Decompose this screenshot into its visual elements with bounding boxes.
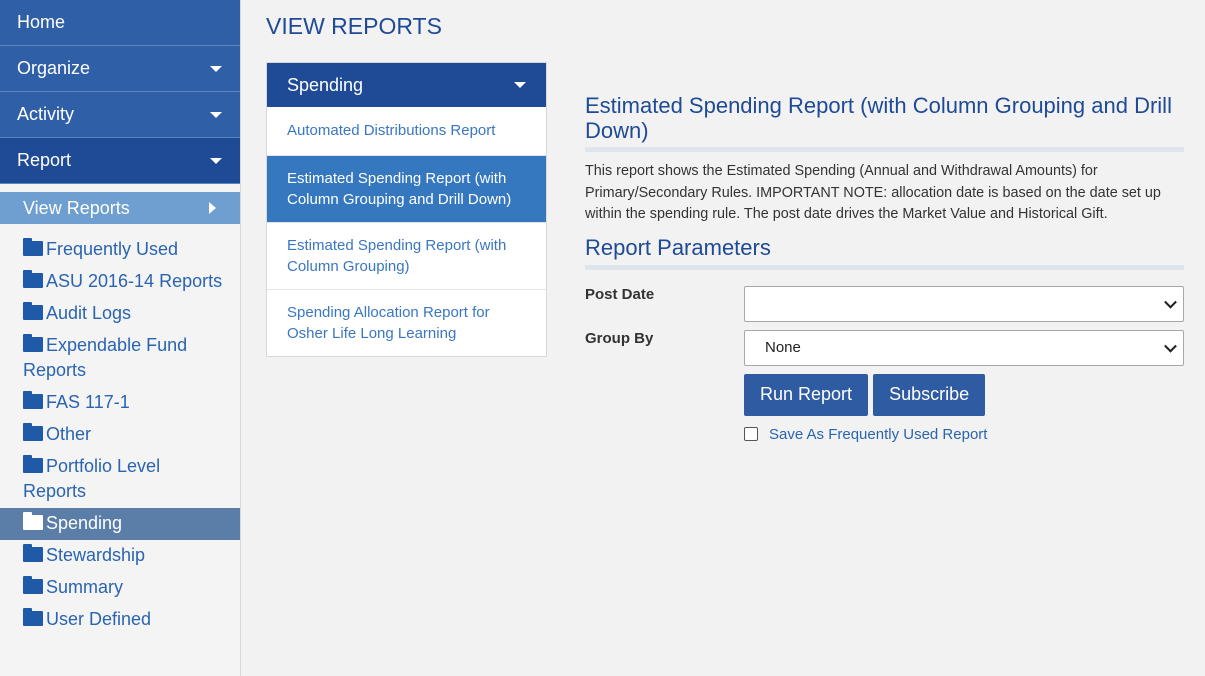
folder-fas-117-1[interactable]: FAS 117-1 — [0, 387, 240, 419]
folder-audit-logs[interactable]: Audit Logs — [0, 298, 240, 330]
chevron-down-icon — [1164, 339, 1177, 353]
folder-other[interactable]: Other — [0, 419, 240, 451]
nav-organize-label: Organize — [17, 58, 91, 78]
nav-activity[interactable]: Activity — [0, 92, 240, 138]
folder-label: Stewardship — [46, 545, 146, 565]
folder-stewardship[interactable]: Stewardship — [0, 540, 240, 572]
group-by-row: Group By None — [585, 329, 1184, 366]
group-by-value: None — [765, 339, 801, 356]
save-frequently-used-row: Save As Frequently Used Report — [744, 426, 1184, 443]
folder-frequently-used[interactable]: Frequently Used — [0, 234, 240, 266]
group-by-label: Group By — [585, 329, 654, 347]
post-date-label: Post Date — [585, 285, 655, 303]
folder-expendable-fund-reports[interactable]: Expendable Fund Reports — [0, 330, 240, 387]
folder-icon — [23, 576, 43, 594]
folder-icon — [23, 608, 43, 626]
folder-asu-2016-14-reports[interactable]: ASU 2016-14 Reports — [0, 266, 240, 298]
folder-label: Expendable Fund Reports — [23, 335, 188, 380]
folder-icon — [23, 238, 43, 256]
folder-icon — [23, 302, 43, 320]
folder-list: Frequently Used ASU 2016-14 Reports Audi… — [0, 224, 240, 636]
caret-right-icon — [209, 202, 216, 214]
nav-activity-label: Activity — [17, 104, 75, 124]
report-link-estimated-spending-column-grouping[interactable]: Estimated Spending Report (with Column G… — [267, 222, 546, 289]
folder-label: ASU 2016-14 Reports — [46, 271, 223, 291]
report-actions: Run Report Subscribe — [744, 373, 1184, 416]
caret-down-icon — [210, 65, 222, 72]
folder-label: Summary — [46, 577, 124, 597]
folder-label: Other — [46, 424, 92, 444]
nav-home[interactable]: Home — [0, 0, 240, 46]
sidebar: Home Organize Activity Report View Repor… — [0, 0, 241, 676]
nav-view-reports-label: View Reports — [23, 197, 130, 218]
save-frequently-used-checkbox[interactable] — [744, 427, 758, 441]
post-date-row: Post Date — [585, 285, 1184, 322]
folder-label: Spending — [46, 513, 123, 533]
folder-label: Audit Logs — [46, 303, 132, 323]
folder-user-defined[interactable]: User Defined — [0, 604, 240, 636]
save-frequently-used-label[interactable]: Save As Frequently Used Report — [769, 426, 987, 443]
chevron-down-icon — [1164, 295, 1177, 309]
folder-spending[interactable]: Spending — [0, 508, 240, 540]
report-category-dropdown[interactable]: Spending — [267, 63, 546, 107]
report-detail: Estimated Spending Report (with Column G… — [585, 93, 1184, 443]
folder-icon — [23, 512, 43, 530]
report-description: This report shows the Estimated Spending… — [585, 163, 1161, 222]
folder-icon — [23, 270, 43, 288]
folder-icon — [23, 334, 43, 352]
folder-icon — [23, 544, 43, 562]
nav-home-label: Home — [17, 12, 66, 32]
nav-organize[interactable]: Organize — [0, 46, 240, 92]
folder-label: FAS 117-1 — [46, 392, 130, 412]
report-link-automated-distributions[interactable]: Automated Distributions Report — [267, 107, 546, 155]
folder-label: Frequently Used — [46, 239, 179, 259]
page-title: VIEW REPORTS — [266, 13, 442, 39]
folder-icon — [23, 423, 43, 441]
report-title: Estimated Spending Report (with Column G… — [585, 93, 1184, 152]
report-parameters-heading: Report Parameters — [585, 235, 1184, 270]
report-link-estimated-spending-drill-down[interactable]: Estimated Spending Report (with Column G… — [267, 155, 546, 222]
nav-view-reports[interactable]: View Reports — [0, 192, 240, 224]
caret-down-icon — [514, 82, 526, 88]
folder-icon — [23, 455, 43, 473]
nav-report[interactable]: Report — [0, 138, 240, 184]
report-link-spending-allocation-osher[interactable]: Spending Allocation Report for Osher Lif… — [267, 289, 546, 356]
caret-down-icon — [210, 157, 222, 164]
folder-icon — [23, 391, 43, 409]
report-category-label: Spending — [287, 74, 364, 95]
nav-report-label: Report — [17, 150, 72, 170]
folder-portfolio-level-reports[interactable]: Portfolio Level Reports — [0, 451, 240, 508]
group-by-select[interactable]: None — [744, 329, 1184, 366]
report-list-panel: Spending Automated Distributions Report … — [266, 62, 547, 357]
folder-summary[interactable]: Summary — [0, 572, 240, 604]
folder-label: User Defined — [46, 609, 152, 629]
post-date-select[interactable] — [744, 285, 1184, 322]
folder-label: Portfolio Level Reports — [23, 456, 161, 501]
subscribe-button[interactable]: Subscribe — [873, 373, 986, 416]
caret-down-icon — [210, 111, 222, 118]
run-report-button[interactable]: Run Report — [744, 373, 869, 416]
